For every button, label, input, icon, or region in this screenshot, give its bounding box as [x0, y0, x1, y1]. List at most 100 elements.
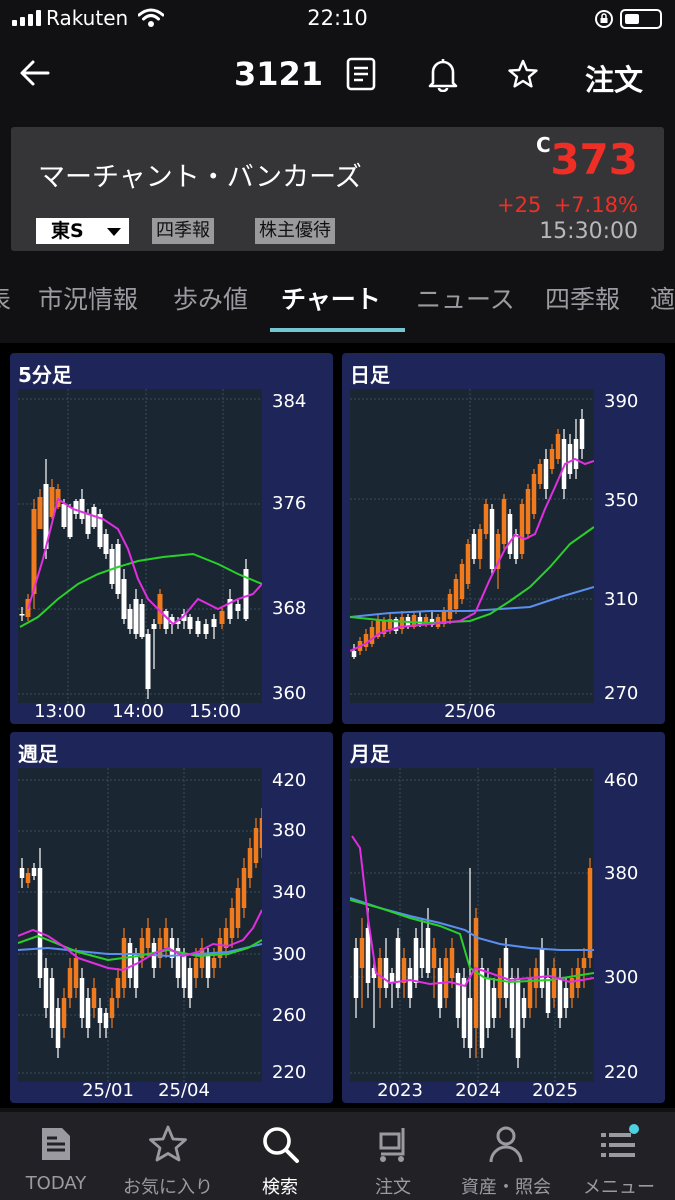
close-marker: C	[536, 133, 551, 157]
candle-body	[477, 529, 483, 559]
candle-body	[181, 953, 187, 988]
candle-body	[163, 928, 169, 948]
shikiho-tag[interactable]: 四季報	[152, 218, 214, 244]
status-bar: Rakuten 22:10	[0, 0, 675, 38]
market-select[interactable]: 東S	[36, 218, 129, 244]
shareholder-benefit-tag[interactable]: 株主優待	[255, 218, 335, 244]
candle-body	[431, 948, 437, 968]
chart-title: 月足	[350, 742, 390, 766]
candle-body	[383, 958, 389, 988]
candle-body	[377, 958, 383, 988]
bottom-nav-favorites[interactable]: お気に入り	[112, 1112, 224, 1200]
chart-plot	[18, 389, 262, 703]
candle-body	[551, 968, 557, 998]
candle-body	[121, 938, 127, 988]
bottom-nav-label: お気に入り	[123, 1177, 213, 1198]
candle-body	[413, 938, 419, 983]
bell-icon[interactable]	[428, 56, 458, 92]
candle-body	[73, 958, 79, 988]
candle-body	[509, 978, 515, 1028]
candle-body	[145, 928, 151, 948]
bottom-nav-order[interactable]: 注文	[337, 1112, 449, 1200]
candle-body	[437, 968, 443, 1008]
active-tab-indicator	[270, 328, 405, 332]
tab-tick-history[interactable]: 歩み値	[173, 280, 248, 316]
candle-body	[241, 868, 247, 908]
candle-body	[521, 998, 527, 1018]
tab-market-info[interactable]: 市況情報	[38, 280, 138, 316]
bottom-nav-label: TODAY	[25, 1173, 87, 1194]
bottom-nav-menu[interactable]: メニュー	[563, 1112, 675, 1200]
y-axis-label: 360	[272, 683, 307, 704]
candle-body	[73, 501, 79, 514]
candle-body	[587, 868, 593, 958]
chart-plot	[18, 768, 262, 1082]
candle-body	[527, 978, 533, 1008]
candle-body	[37, 497, 43, 529]
candle-body	[37, 868, 43, 978]
candle-body	[55, 1008, 61, 1048]
y-axis-label: 384	[272, 391, 307, 412]
candle-body	[515, 978, 521, 1058]
chart-panel-weekly[interactable]: 週足 420 380 340 300 260 220 25/01 25/04	[10, 732, 333, 1103]
clock: 22:10	[307, 6, 368, 30]
candle-body	[97, 1008, 103, 1023]
star-icon[interactable]	[507, 58, 539, 90]
candle-body	[575, 968, 581, 988]
candle-body	[115, 978, 121, 998]
candle-body	[85, 998, 91, 1028]
back-arrow-icon[interactable]	[18, 56, 52, 90]
candle-body	[447, 594, 453, 619]
candle-body	[353, 948, 359, 998]
bottom-nav-search[interactable]: 検索	[224, 1112, 336, 1200]
chart-panel-5min[interactable]: 5分足 384 376 368 360 13:00 14:00 15:00	[10, 353, 333, 724]
bottom-nav-label: 検索	[262, 1177, 298, 1198]
candle-body	[203, 624, 209, 634]
y-axis-label: 368	[272, 598, 307, 619]
candle-body	[543, 459, 549, 489]
candle-body	[545, 978, 551, 1013]
candle-body	[479, 968, 485, 1048]
candle-body	[407, 968, 413, 998]
candle-body	[465, 544, 471, 584]
candle-body	[211, 958, 217, 968]
x-axis-label: 2024	[455, 1080, 501, 1101]
candle-body	[187, 968, 193, 998]
x-axis-label: 2023	[377, 1080, 423, 1101]
document-icon[interactable]	[346, 57, 376, 91]
tab-chart[interactable]: チャート	[281, 280, 381, 316]
candle-body	[369, 627, 375, 644]
chart-panel-monthly[interactable]: 月足 460 380 300 220 2023 2024 2025	[342, 732, 665, 1103]
candle-body	[109, 549, 115, 584]
candle-body	[501, 499, 507, 544]
chart-grid: 5分足 384 376 368 360 13:00 14:00 15:00 日足	[0, 343, 675, 1108]
star-icon	[149, 1125, 187, 1162]
candle-body	[79, 978, 85, 1018]
order-button[interactable]: 注文	[585, 57, 643, 99]
candle-body	[49, 978, 55, 1028]
candle-body	[567, 444, 573, 474]
bottom-nav-today[interactable]: TODAY	[0, 1112, 112, 1200]
candle-body	[19, 614, 25, 616]
candle-body	[195, 621, 201, 634]
candle-body	[109, 998, 115, 1018]
bottom-nav-assets[interactable]: 資産・照会	[450, 1112, 562, 1200]
candle-body	[31, 868, 37, 876]
candle-body	[395, 938, 401, 988]
candle-body	[519, 504, 525, 554]
y-axis-label: 310	[604, 589, 639, 610]
tab-shikiho[interactable]: 四季報	[545, 280, 620, 316]
news-icon	[42, 1128, 70, 1160]
candle-body	[127, 609, 133, 629]
chart-title: 週足	[18, 742, 58, 766]
y-axis-label: 380	[604, 863, 639, 884]
candle-body	[365, 928, 371, 983]
x-axis-label: 15:00	[189, 701, 241, 722]
chart-panel-daily[interactable]: 日足 390 350 310 270 25/06	[342, 353, 665, 724]
candle-body	[67, 968, 73, 998]
tab-partial-right[interactable]: 適	[650, 280, 675, 316]
candle-body	[133, 953, 139, 988]
tab-news[interactable]: ニュース	[416, 280, 515, 316]
tab-partial-left[interactable]: 表	[0, 280, 11, 316]
y-axis-label: 420	[272, 770, 307, 791]
